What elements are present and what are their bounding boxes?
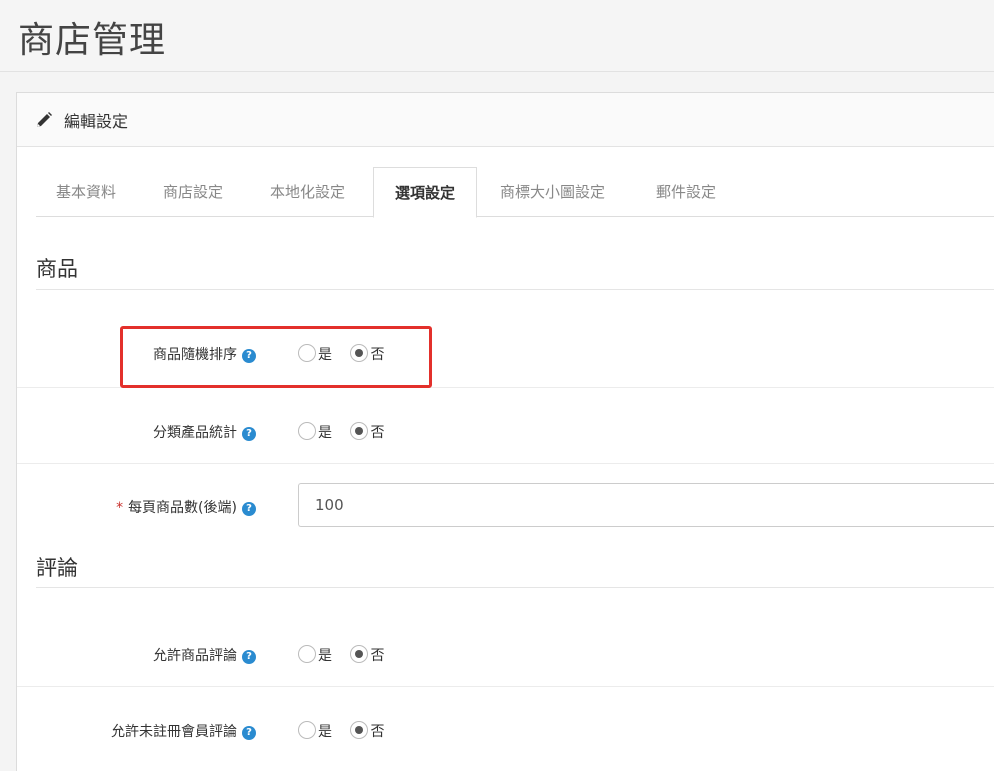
allow-review-label: 允許商品評論? — [153, 645, 256, 665]
radio-label: 是 — [318, 724, 332, 740]
tab-store-settings[interactable]: 商店設定 — [163, 167, 223, 217]
radio-button[interactable] — [298, 344, 316, 362]
help-icon[interactable]: ? — [242, 502, 256, 516]
allow-review-no-option[interactable]: 否 — [350, 645, 384, 665]
random-sort-radio-group: 是 否 — [298, 344, 398, 364]
radio-label: 否 — [370, 425, 385, 441]
panel-title: 編輯設定 — [64, 112, 129, 131]
page-header: 商店管理 — [0, 0, 994, 72]
radio-label: 是 — [318, 648, 332, 664]
help-icon[interactable]: ? — [242, 427, 256, 441]
settings-panel: 編輯設定 基本資料 商店設定 本地化設定 選項設定 商標大小圖設定 郵件設定 商… — [16, 92, 994, 771]
category-count-no-option[interactable]: 否 — [350, 422, 384, 442]
help-icon[interactable]: ? — [242, 349, 256, 363]
tab-localization[interactable]: 本地化設定 — [270, 167, 345, 217]
section-divider — [36, 587, 994, 588]
random-sort-no-option[interactable]: 否 — [350, 344, 384, 364]
per-page-input[interactable] — [298, 483, 994, 527]
random-sort-label-text: 商品隨機排序 — [153, 347, 237, 363]
radio-label: 是 — [318, 425, 332, 441]
radio-button-checked[interactable] — [350, 645, 369, 663]
allow-review-label-text: 允許商品評論 — [153, 648, 237, 664]
radio-label: 否 — [370, 724, 385, 740]
category-count-radio-group: 是 否 — [298, 422, 398, 442]
row-divider — [17, 463, 994, 464]
radio-label: 否 — [370, 347, 385, 363]
radio-button-checked[interactable] — [350, 721, 369, 739]
allow-guest-review-no-option[interactable]: 否 — [350, 721, 384, 741]
radio-button[interactable] — [298, 645, 316, 663]
tab-logo-image[interactable]: 商標大小圖設定 — [500, 167, 605, 217]
per-page-label: * 每頁商品數(後端)? — [116, 497, 256, 517]
category-count-label-text: 分類產品統計 — [153, 425, 237, 441]
allow-review-radio-group: 是 否 — [298, 645, 398, 665]
section-title-product: 商品 — [36, 257, 78, 281]
radio-button[interactable] — [298, 422, 316, 440]
required-mark: * — [116, 500, 124, 516]
radio-button[interactable] — [298, 721, 316, 739]
radio-label: 是 — [318, 347, 332, 363]
tab-basic-info[interactable]: 基本資料 — [56, 167, 116, 217]
page-title: 商店管理 — [18, 20, 167, 61]
allow-review-yes-option[interactable]: 是 — [298, 645, 332, 665]
tab-options[interactable]: 選項設定 — [373, 167, 477, 218]
row-divider — [17, 686, 994, 687]
allow-guest-review-yes-option[interactable]: 是 — [298, 721, 332, 741]
per-page-label-text: 每頁商品數(後端) — [128, 500, 237, 516]
tab-email[interactable]: 郵件設定 — [656, 167, 716, 217]
random-sort-label: 商品隨機排序? — [153, 344, 256, 364]
radio-label: 否 — [370, 648, 385, 664]
section-title-review: 評論 — [36, 556, 78, 580]
pencil-icon — [37, 112, 52, 127]
allow-guest-review-label: 允許未註冊會員評論? — [111, 721, 256, 741]
category-count-label: 分類產品統計? — [153, 422, 256, 442]
help-icon[interactable]: ? — [242, 650, 256, 664]
help-icon[interactable]: ? — [242, 726, 256, 740]
radio-button-checked[interactable] — [350, 344, 369, 362]
section-divider — [36, 289, 994, 290]
allow-guest-review-radio-group: 是 否 — [298, 721, 398, 741]
category-count-yes-option[interactable]: 是 — [298, 422, 332, 442]
panel-heading: 編輯設定 — [17, 93, 994, 147]
tab-bar: 基本資料 商店設定 本地化設定 選項設定 商標大小圖設定 郵件設定 — [36, 167, 994, 218]
radio-button-checked[interactable] — [350, 422, 369, 440]
random-sort-yes-option[interactable]: 是 — [298, 344, 332, 364]
row-divider — [17, 387, 994, 388]
allow-guest-review-label-text: 允許未註冊會員評論 — [111, 724, 237, 740]
